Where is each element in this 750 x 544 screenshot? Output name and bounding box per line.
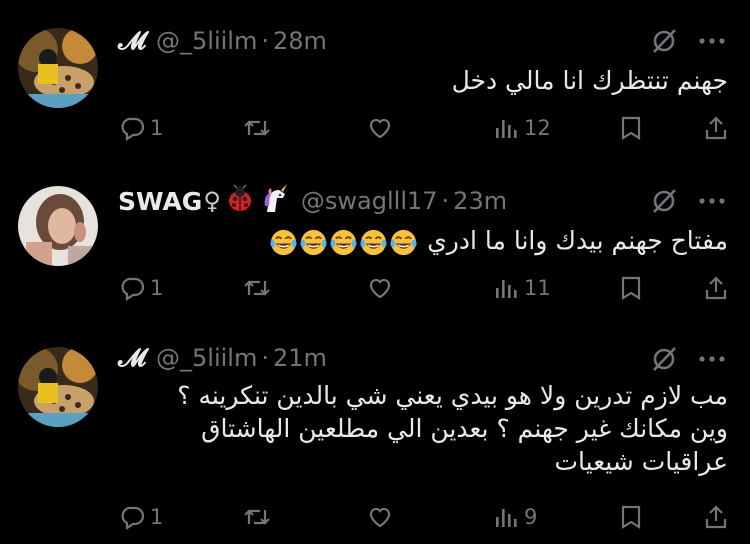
display-name[interactable]: SWAG — [118, 187, 202, 216]
bookmark-button[interactable] — [618, 113, 644, 143]
heart-icon — [369, 278, 391, 299]
timestamp[interactable]: 28m — [273, 27, 327, 55]
views-icon — [496, 509, 517, 527]
reply-button[interactable]: 1 — [118, 113, 163, 143]
unicorn-emoji — [259, 184, 291, 218]
more-options-icon[interactable] — [696, 25, 728, 57]
more-options-icon[interactable] — [696, 343, 728, 375]
retweet-button[interactable] — [242, 113, 272, 143]
laughing-emoji — [300, 229, 327, 255]
tweet-header: 𝓜 @_5liilm · 28m — [118, 24, 327, 58]
reply-icon — [121, 506, 145, 531]
tweet-text-words: مفتاح جهنم بيدك وانا ما ادري — [427, 226, 728, 255]
display-name-symbol: ♀ — [203, 187, 221, 215]
grok-icon[interactable] — [648, 343, 680, 375]
retweet-icon — [244, 120, 270, 136]
user-handle[interactable]: @_5liilm — [156, 344, 257, 372]
tweet-2[interactable]: SWAG ♀ @swaglll17 · 23m مفتاح جهنم بيدك … — [0, 160, 750, 325]
views-count: 11 — [524, 276, 551, 300]
share-icon — [705, 276, 727, 300]
tweet-text-line: مب لازم تدرين ولا هو بيدي يعني شي بالدين… — [177, 381, 728, 410]
views-button[interactable]: 12 — [492, 113, 551, 143]
views-button[interactable]: 11 — [492, 273, 551, 303]
views-count: 9 — [524, 505, 538, 529]
tweet-text-line: وين مكانك غير جهنم ؟ بعدين الي مطلعين ال… — [201, 414, 728, 443]
reply-icon — [121, 117, 145, 142]
separator-dot: · — [261, 344, 269, 372]
bookmark-icon — [621, 116, 641, 140]
retweet-button[interactable] — [242, 502, 272, 532]
tweet-text: مب لازم تدرين ولا هو بيدي يعني شي بالدين… — [177, 379, 728, 478]
bookmark-icon — [621, 505, 641, 529]
retweet-icon — [244, 280, 270, 296]
laughing-emoji — [270, 229, 297, 255]
tweet-text: جهنم تنتظرك انا مالي دخل — [452, 64, 728, 97]
more-options-icon[interactable] — [696, 185, 728, 217]
reply-button[interactable]: 1 — [118, 502, 163, 532]
user-handle[interactable]: @swaglll17 — [301, 187, 438, 215]
timestamp[interactable]: 21m — [273, 344, 327, 372]
laughing-emoji — [390, 229, 417, 255]
heart-icon — [369, 118, 391, 139]
grok-icon[interactable] — [648, 185, 680, 217]
retweet-button[interactable] — [242, 273, 272, 303]
reply-count: 1 — [150, 276, 164, 300]
avatar[interactable] — [18, 186, 98, 266]
share-icon — [705, 505, 727, 529]
display-name[interactable]: 𝓜 — [118, 343, 146, 373]
reply-count: 1 — [150, 505, 164, 529]
reply-button[interactable]: 1 — [118, 273, 163, 303]
tweet-1[interactable]: 𝓜 @_5liilm · 28m جهنم تنتظرك انا مالي دخ… — [0, 0, 750, 160]
views-icon — [496, 120, 517, 138]
like-button[interactable] — [366, 113, 394, 143]
avatar[interactable] — [18, 28, 98, 108]
tweet-actions: 1 9 — [118, 502, 732, 532]
laughing-emoji-group — [269, 224, 419, 257]
tweet-text-line: عراقيات شيعيات — [554, 447, 729, 476]
bookmark-button[interactable] — [618, 502, 644, 532]
views-button[interactable]: 9 — [492, 502, 537, 532]
tweet-3[interactable]: 𝓜 @_5liilm · 21m مب لازم تدرين ولا هو بي… — [0, 325, 750, 544]
tweet-actions: 1 12 — [118, 113, 732, 143]
user-handle[interactable]: @_5liilm — [156, 27, 257, 55]
reply-icon — [121, 277, 145, 302]
bookmark-icon — [621, 276, 641, 300]
grok-icon[interactable] — [648, 25, 680, 57]
share-button[interactable] — [702, 502, 730, 532]
laughing-emoji — [360, 229, 387, 255]
heart-icon — [369, 507, 391, 528]
reply-count: 1 — [150, 116, 164, 140]
share-button[interactable] — [702, 113, 730, 143]
display-name[interactable]: 𝓜 — [118, 26, 146, 56]
avatar[interactable] — [18, 347, 98, 427]
views-count: 12 — [524, 116, 551, 140]
tweet-text: مفتاح جهنم بيدك وانا ما ادري — [269, 224, 728, 257]
share-button[interactable] — [702, 273, 730, 303]
like-button[interactable] — [366, 502, 394, 532]
separator-dot: · — [441, 187, 450, 215]
tweet-text-line: مفتاح جهنم بيدك وانا ما ادري — [269, 224, 728, 257]
separator-dot: · — [261, 27, 269, 55]
tweet-header: SWAG ♀ @swaglll17 · 23m — [118, 184, 507, 218]
views-icon — [496, 280, 517, 298]
laughing-emoji — [330, 229, 357, 255]
bookmark-button[interactable] — [618, 273, 644, 303]
like-button[interactable] — [366, 273, 394, 303]
share-icon — [705, 116, 727, 140]
tweet-actions: 1 11 — [118, 273, 732, 303]
tweet-text-line: جهنم تنتظرك انا مالي دخل — [451, 66, 728, 95]
tweet-header: 𝓜 @_5liilm · 21m — [118, 341, 327, 375]
ladybug-emoji — [225, 184, 255, 218]
timestamp[interactable]: 23m — [453, 187, 507, 215]
retweet-icon — [244, 509, 270, 525]
